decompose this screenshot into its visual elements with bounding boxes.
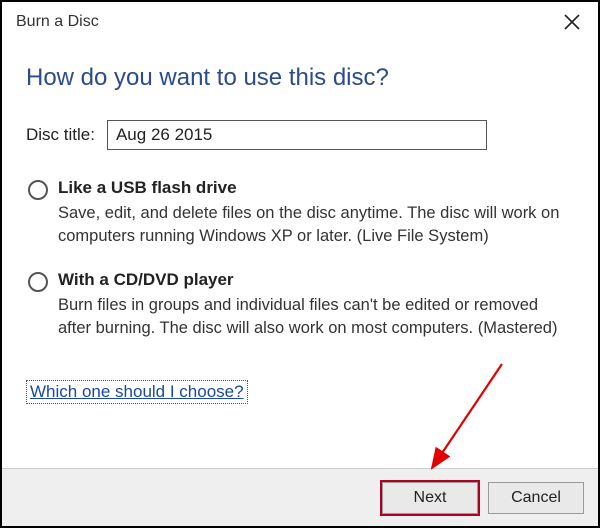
dialog-content: How do you want to use this disc? Disc t… [2,42,598,468]
titlebar: Burn a Disc [2,2,598,42]
disc-title-label: Disc title: [26,125,95,145]
option-usb-flash-drive[interactable]: Like a USB flash drive Save, edit, and d… [26,178,574,248]
window-title: Burn a Disc [16,13,99,31]
disc-title-row: Disc title: [26,120,574,150]
option-description: Burn files in groups and individual file… [58,294,574,340]
option-text: With a CD/DVD player Burn files in group… [58,270,574,340]
option-cd-dvd-player[interactable]: With a CD/DVD player Burn files in group… [26,270,574,340]
radio-cd-dvd-player[interactable] [28,272,48,292]
radio-usb-flash-drive[interactable] [28,180,48,200]
dialog-heading: How do you want to use this disc? [26,64,574,92]
option-text: Like a USB flash drive Save, edit, and d… [58,178,574,248]
close-icon [564,14,580,30]
close-button[interactable] [552,7,592,37]
option-description: Save, edit, and delete files on the disc… [58,202,574,248]
option-title: With a CD/DVD player [58,270,574,290]
next-button[interactable]: Next [382,482,478,514]
option-title: Like a USB flash drive [58,178,574,198]
dialog-footer: Next Cancel [2,468,598,526]
disc-title-input[interactable] [107,120,487,150]
cancel-button[interactable]: Cancel [488,482,584,514]
help-link-which-one[interactable]: Which one should I choose? [26,380,248,404]
burn-disc-dialog: Burn a Disc How do you want to use this … [0,0,600,528]
